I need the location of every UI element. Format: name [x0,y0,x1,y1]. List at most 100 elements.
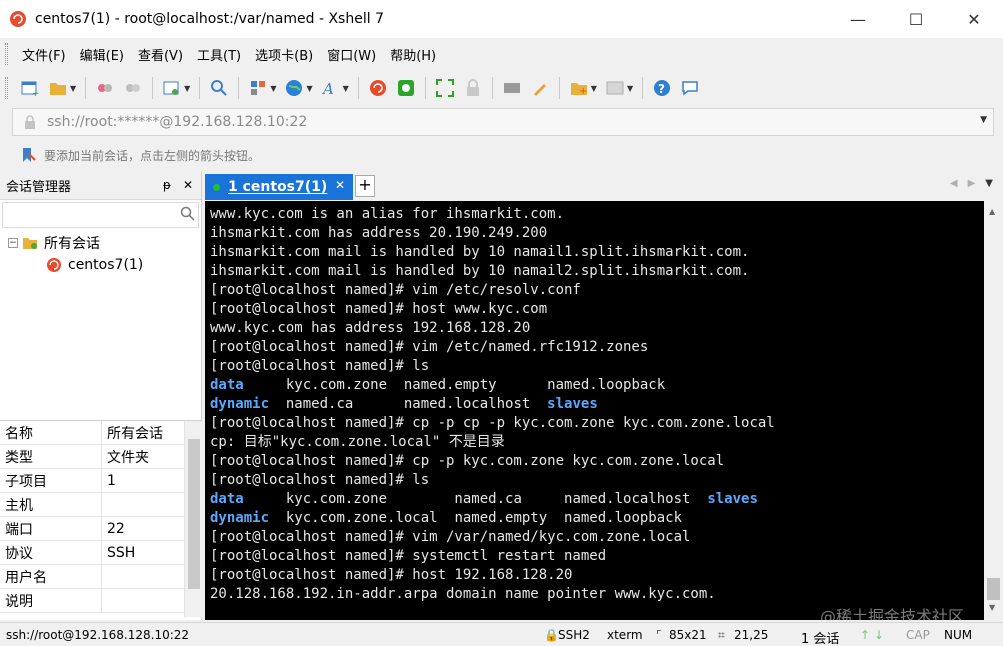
open-folder-icon[interactable] [48,78,68,98]
terminal-line: [root@localhost named]# ls [210,357,984,376]
terminal-text: [root@localhost named]# vim /etc/named.r… [210,339,649,355]
tab-centos7[interactable]: 1 centos7(1) ✕ [205,174,353,200]
session-properties-icon[interactable] [162,78,182,98]
table-row: 用户名 [0,565,202,589]
tree-item-label: centos7(1) [68,257,144,273]
status-num: NUM [944,628,973,642]
pin-icon[interactable]: ᵽ [163,178,171,192]
open-dropdown-icon[interactable]: ▼ [70,84,76,93]
help-icon[interactable]: ? [652,78,672,98]
menu-view[interactable]: 查看(V) [132,45,189,64]
toolbar-separator [424,77,426,99]
arrow-bookmark-icon[interactable] [20,146,38,164]
tree-item-all-sessions[interactable]: − 所有会话 [0,232,201,254]
scrollbar-thumb[interactable] [188,439,200,589]
status-bar: ssh://root@192.168.128.10:22 🔒 SSH2 xter… [0,622,1003,646]
xftp-icon[interactable] [396,78,416,98]
maximize-button[interactable]: ☐ [887,0,945,38]
folder-icon [23,238,37,249]
compose-dropdown-icon[interactable]: ▼ [627,84,633,93]
menu-tabs[interactable]: 选项卡(B) [249,45,319,64]
scroll-up-icon[interactable]: ▲ [989,207,995,216]
address-input[interactable]: ssh://root:******@192.168.128.10:22 [47,114,307,130]
terminal-line: ihsmarkit.com has address 20.190.249.200 [210,224,984,243]
tab-close-icon[interactable]: ✕ [335,178,345,192]
terminal-scrollbar[interactable]: ▲ ▼ [984,201,1003,620]
new-session-icon[interactable]: + [20,78,40,98]
status-cursor: 21,25 [734,628,769,642]
terminal-text: ihsmarkit.com has address 20.190.249.200 [210,225,548,241]
session-search-input[interactable] [2,202,199,228]
menu-grip [5,43,8,65]
compose-icon[interactable] [605,78,625,98]
svg-text:A: A [322,80,334,97]
chat-icon[interactable] [680,78,700,98]
tree-item-label: 所有会话 [44,236,100,252]
status-protocol: SSH2 [558,628,590,642]
collapse-icon[interactable]: − [8,238,18,248]
terminal-line: 20.128.168.192.in-addr.arpa domain name … [210,585,984,604]
properties-scrollbar[interactable] [184,421,202,617]
terminal-text: ihsmarkit.com mail is handled by 10 nama… [210,263,750,279]
download-icon: ↓ [874,628,885,642]
panel-close-icon[interactable]: ✕ [183,178,193,192]
terminal-text: [root@localhost named]# vim /var/named/k… [210,529,691,545]
menu-file[interactable]: 文件(F) [16,45,72,64]
tab-next-icon[interactable]: ▶ [968,178,976,189]
terminal-text: [root@localhost named]# ls [210,358,430,374]
tab-list-icon[interactable]: ▼ [985,178,993,189]
properties-dropdown-icon[interactable]: ▼ [184,84,190,93]
connect-icon[interactable] [95,78,115,98]
lock-icon[interactable] [463,78,483,98]
terminal-line: dynamic named.ca named.localhost slaves [210,395,984,414]
session-tree: − 所有会话 centos7(1) [0,230,201,276]
scrollbar-thumb[interactable] [987,578,1000,600]
find-icon[interactable] [209,78,229,98]
add-folder-dropdown-icon[interactable]: ▼ [591,84,597,93]
connected-status-icon [213,183,220,191]
directory-name: dynamic [210,396,270,412]
size-icon: ⌜ [656,628,662,642]
scroll-down-icon[interactable]: ▼ [989,603,995,612]
toolbar-separator [85,77,87,99]
highlight-icon[interactable] [530,78,550,98]
keyboard-icon[interactable] [502,78,522,98]
address-bar[interactable]: ssh://root:******@192.168.128.10:22 ▼ [12,108,994,136]
menu-help[interactable]: 帮助(H) [384,45,442,64]
menu-bar: 文件(F) 编辑(E) 查看(V) 工具(T) 选项卡(B) 窗口(W) 帮助(… [0,38,1003,70]
font-dropdown-icon[interactable]: ▼ [343,84,349,93]
globe-dropdown-icon[interactable]: ▼ [306,84,312,93]
terminal-line: ihsmarkit.com mail is handled by 10 nama… [210,262,984,281]
menu-edit[interactable]: 编辑(E) [74,45,130,64]
tab-bar: 1 centos7(1) ✕ + ◀ ▶ ▼ [203,172,1003,200]
menu-tools[interactable]: 工具(T) [191,45,247,64]
tab-prev-icon[interactable]: ◀ [950,178,958,189]
status-address: ssh://root@192.168.128.10:22 [6,628,190,642]
close-button[interactable]: ✕ [945,0,1003,38]
terminal-output[interactable]: www.kyc.com is an alias for ihsmarkit.co… [205,201,984,620]
toolbar: + ▼ ▼ ▼ ▼ A ▼ + ▼ ▼ ? [0,70,1003,106]
add-tab-button[interactable]: + [355,175,375,197]
terminal-text: www.kyc.com is an alias for ihsmarkit.co… [210,206,565,222]
table-row: 主机 [0,493,202,517]
globe-icon[interactable] [284,78,304,98]
status-terminal-type: xterm [607,628,643,642]
layout-dropdown-icon[interactable]: ▼ [270,84,276,93]
terminal-line: data kyc.com.zone named.empty named.loop… [210,376,984,395]
add-folder-icon[interactable]: + [569,78,589,98]
disconnect-icon[interactable] [123,78,143,98]
property-key: 名称 [0,421,102,444]
hint-bar: 要添加当前会话，点击左侧的箭头按钮。 [0,140,1003,170]
address-dropdown-icon[interactable]: ▼ [980,115,987,125]
directory-name: slaves [707,491,758,507]
layout-icon[interactable] [248,78,268,98]
xshell-icon[interactable] [368,78,388,98]
search-icon[interactable] [180,206,196,222]
terminal-text: kyc.com.zone named.empty named.loopback [243,377,666,393]
terminal-text: ihsmarkit.com mail is handled by 10 nama… [210,244,750,260]
tree-item-centos7[interactable]: centos7(1) [0,254,201,276]
minimize-button[interactable]: — [829,0,887,38]
menu-window[interactable]: 窗口(W) [321,45,382,64]
fullscreen-icon[interactable] [435,78,455,98]
font-icon[interactable]: A [321,78,341,98]
